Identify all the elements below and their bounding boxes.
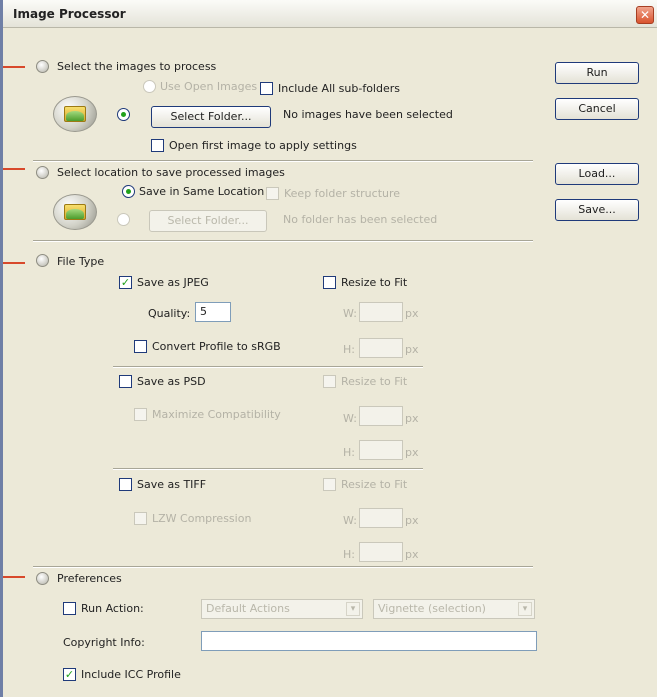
jpeg-resize-label: Resize to Fit <box>341 276 408 289</box>
save-same-location-label: Save in Same Location <box>139 185 265 198</box>
run-action-checkbox[interactable] <box>63 602 76 615</box>
dest-status-text: No folder has been selected <box>283 213 438 226</box>
save-button[interactable]: Save... <box>555 199 639 221</box>
folder-icon <box>53 194 97 230</box>
psd-h-px: px <box>405 446 419 459</box>
include-subfolders-label: Include All sub-folders <box>278 82 400 95</box>
use-open-images-label: Use Open Images <box>160 80 258 93</box>
include-icc-label: Include ICC Profile <box>81 668 181 681</box>
action-value: Vignette (selection) <box>378 602 486 615</box>
image-processor-dialog: Image Processor ✕ Select the images to p… <box>0 0 657 697</box>
chevron-down-icon: ▾ <box>346 602 360 616</box>
jpeg-resize-checkbox[interactable] <box>323 276 336 289</box>
cancel-button[interactable]: Cancel <box>555 98 639 120</box>
save-jpeg-checkbox[interactable]: ✓ <box>119 276 132 289</box>
tiff-h-px: px <box>405 548 419 561</box>
copyright-input[interactable] <box>201 631 537 651</box>
source-status-text: No images have been selected <box>283 108 453 121</box>
psd-w-label: W: <box>343 412 357 425</box>
psd-width-input[interactable] <box>359 406 403 426</box>
run-button[interactable]: Run <box>555 62 639 84</box>
psd-height-input[interactable] <box>359 440 403 460</box>
jpeg-width-input[interactable] <box>359 302 403 322</box>
section-4-label: Preferences <box>57 572 122 585</box>
jpeg-h-label: H: <box>343 343 355 356</box>
save-tiff-label: Save as TIFF <box>137 478 207 491</box>
jpeg-height-input[interactable] <box>359 338 403 358</box>
action-select[interactable]: Vignette (selection) ▾ <box>373 599 535 619</box>
select-folder-radio[interactable] <box>117 108 130 121</box>
include-subfolders-checkbox[interactable] <box>260 82 273 95</box>
copyright-label: Copyright Info: <box>63 636 145 649</box>
tiff-resize-label: Resize to Fit <box>341 478 408 491</box>
open-first-label: Open first image to apply settings <box>169 139 357 152</box>
run-action-label: Run Action: <box>81 602 144 615</box>
psd-h-label: H: <box>343 446 355 459</box>
tiff-w-label: W: <box>343 514 357 527</box>
folder-icon <box>53 96 97 132</box>
divider <box>33 160 533 162</box>
jpeg-w-label: W: <box>343 307 357 320</box>
maximize-compat-label: Maximize Compatibility <box>152 408 281 421</box>
convert-srgb-checkbox[interactable] <box>134 340 147 353</box>
tiff-w-px: px <box>405 514 419 527</box>
chevron-down-icon: ▾ <box>518 602 532 616</box>
keep-structure-checkbox[interactable] <box>266 187 279 200</box>
section-2-label: Select location to save processed images <box>57 166 285 179</box>
quality-label: Quality: <box>148 307 191 320</box>
quality-input[interactable]: 5 <box>195 302 231 322</box>
dest-select-folder-button[interactable]: Select Folder... <box>149 210 267 232</box>
window-title: Image Processor <box>13 7 126 21</box>
use-open-images-radio[interactable] <box>143 80 156 93</box>
divider <box>33 240 533 242</box>
section-marker <box>3 262 25 264</box>
section-marker <box>3 168 25 170</box>
open-first-checkbox[interactable] <box>151 139 164 152</box>
maximize-compat-checkbox[interactable] <box>134 408 147 421</box>
tiff-h-label: H: <box>343 548 355 561</box>
save-psd-label: Save as PSD <box>137 375 206 388</box>
title-bar: Image Processor ✕ <box>3 0 657 28</box>
save-same-location-radio[interactable] <box>122 185 135 198</box>
section-marker <box>3 576 25 578</box>
save-jpeg-label: Save as JPEG <box>137 276 209 289</box>
psd-resize-label: Resize to Fit <box>341 375 408 388</box>
include-icc-checkbox[interactable]: ✓ <box>63 668 76 681</box>
tiff-height-input[interactable] <box>359 542 403 562</box>
jpeg-w-px: px <box>405 307 419 320</box>
lzw-label: LZW Compression <box>152 512 252 525</box>
select-folder-button[interactable]: Select Folder... <box>151 106 271 128</box>
psd-w-px: px <box>405 412 419 425</box>
save-tiff-checkbox[interactable] <box>119 478 132 491</box>
section-1-icon <box>36 60 49 73</box>
tiff-resize-checkbox[interactable] <box>323 478 336 491</box>
divider <box>113 366 423 368</box>
keep-structure-label: Keep folder structure <box>284 187 401 200</box>
dest-select-folder-radio[interactable] <box>117 213 130 226</box>
lzw-checkbox[interactable] <box>134 512 147 525</box>
section-4-icon <box>36 572 49 585</box>
section-1-label: Select the images to process <box>57 60 217 73</box>
section-3-label: File Type <box>57 255 105 268</box>
section-3-icon <box>36 254 49 267</box>
psd-resize-checkbox[interactable] <box>323 375 336 388</box>
action-set-select[interactable]: Default Actions ▾ <box>201 599 363 619</box>
jpeg-h-px: px <box>405 343 419 356</box>
section-2-icon <box>36 166 49 179</box>
tiff-width-input[interactable] <box>359 508 403 528</box>
close-button[interactable]: ✕ <box>636 6 654 24</box>
divider <box>113 468 423 470</box>
save-psd-checkbox[interactable] <box>119 375 132 388</box>
convert-srgb-label: Convert Profile to sRGB <box>152 340 281 353</box>
divider <box>33 566 533 568</box>
load-button[interactable]: Load... <box>555 163 639 185</box>
section-marker <box>3 66 25 68</box>
action-set-value: Default Actions <box>206 602 290 615</box>
